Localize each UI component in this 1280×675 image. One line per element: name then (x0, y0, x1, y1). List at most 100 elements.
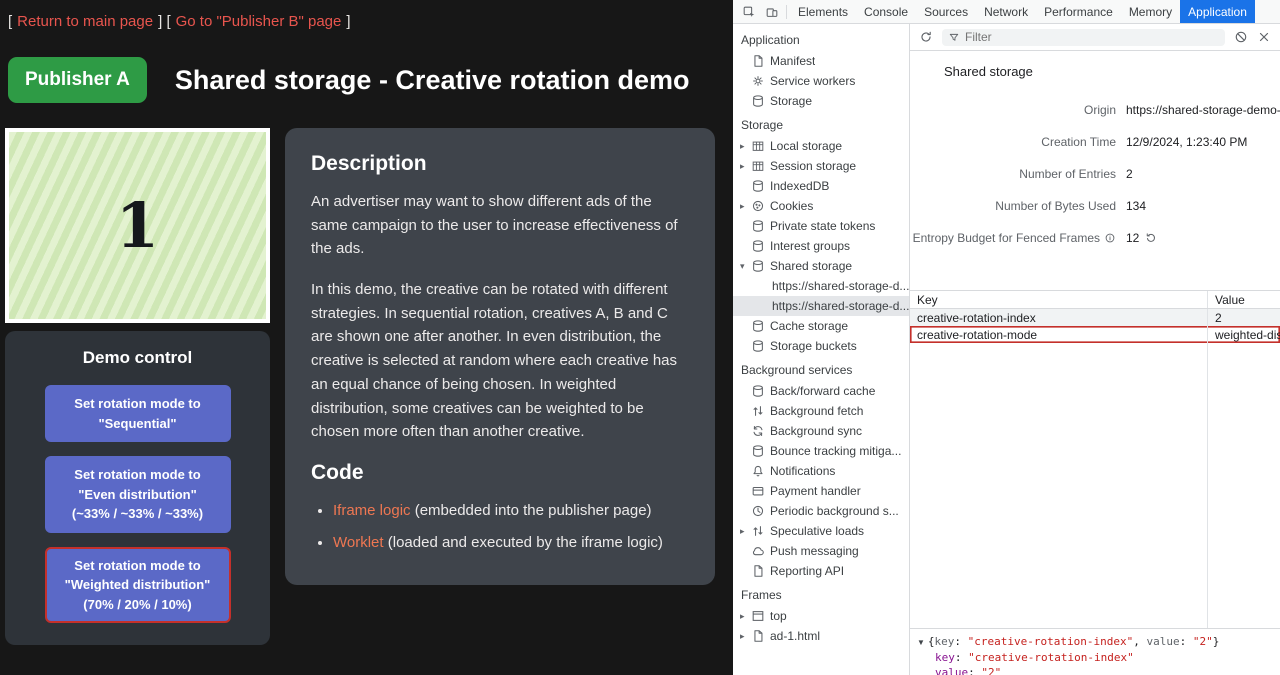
tab-memory[interactable]: Memory (1121, 0, 1180, 23)
refresh-icon[interactable] (919, 30, 933, 44)
sidebar-section-background-services: Background services (733, 356, 909, 381)
close-icon[interactable] (1257, 30, 1271, 44)
filter-box[interactable] (942, 29, 1225, 46)
sidebar-item-push-messaging[interactable]: Push messaging (733, 541, 909, 561)
publisher-b-link[interactable]: Go to "Publisher B" page (176, 13, 342, 30)
column-header-value[interactable]: Value (1208, 291, 1280, 308)
table-row[interactable]: creative-rotation-mode weighted-distribu… (910, 326, 1280, 343)
sidebar-section-application: Application (733, 26, 909, 51)
chevron-right-icon[interactable] (740, 611, 751, 622)
preview-token: , (1133, 635, 1146, 648)
table-icon (751, 139, 765, 153)
bracket: [ (8, 13, 12, 30)
sidebar-item-cache-storage[interactable]: Cache storage (733, 316, 909, 336)
set-sequential-button[interactable]: Set rotation mode to "Sequential" (45, 385, 231, 442)
sidebar-item-service-workers[interactable]: Service workers (733, 71, 909, 91)
delete-all-icon[interactable] (1234, 30, 1248, 44)
meta-label: Number of Bytes Used (910, 199, 1116, 213)
property-value: "creative-rotation-index" (968, 651, 1134, 664)
device-toolbar-icon[interactable] (760, 0, 783, 23)
meta-row-number-of-entries: Number of Entries 2 (910, 158, 1280, 190)
grid-header: Key Value (910, 291, 1280, 309)
clock-icon (751, 504, 765, 518)
chevron-right-icon[interactable] (740, 201, 751, 212)
sidebar-item-local-storage[interactable]: Local storage (733, 136, 909, 156)
sidebar-item-shared-storage[interactable]: Shared storage (733, 256, 909, 276)
database-icon (751, 339, 765, 353)
grid-empty-area (910, 343, 1280, 628)
sidebar-item-notifications[interactable]: Notifications (733, 461, 909, 481)
chevron-right-icon[interactable] (740, 161, 751, 172)
preview-token: key (935, 635, 955, 648)
code-heading: Code (311, 461, 689, 485)
sidebar-item-interest-groups[interactable]: Interest groups (733, 236, 909, 256)
top-nav: [Return to main page] [Go to "Publisher … (0, 0, 733, 30)
bell-icon (751, 464, 765, 478)
list-item-text: (loaded and executed by the iframe logic… (384, 534, 663, 551)
sidebar-item-speculative-loads[interactable]: Speculative loads (733, 521, 909, 541)
sidebar-item-storage[interactable]: Storage (733, 91, 909, 111)
sync-arrows-icon (751, 424, 765, 438)
sidebar-item-session-storage[interactable]: Session storage (733, 156, 909, 176)
property-name: key (935, 651, 955, 664)
tab-application[interactable]: Application (1180, 0, 1255, 23)
sidebar-item-background-fetch[interactable]: Background fetch (733, 401, 909, 421)
meta-label: Entropy Budget for Fenced Frames (913, 231, 1100, 245)
demo-control-title: Demo control (5, 348, 270, 368)
up-down-arrows-icon (751, 404, 765, 418)
tab-performance[interactable]: Performance (1036, 0, 1121, 23)
expand-twirl-icon[interactable]: ▼ (917, 638, 925, 647)
divider (786, 5, 787, 19)
sidebar-item-periodic-background-sync[interactable]: Periodic background s... (733, 501, 909, 521)
table-row[interactable]: creative-rotation-index 2 (910, 309, 1280, 326)
chevron-down-icon[interactable] (740, 261, 751, 272)
meta-label: Number of Entries (910, 167, 1116, 181)
set-weighted-distribution-button[interactable]: Set rotation mode to "Weighted distribut… (45, 547, 231, 624)
filter-input[interactable] (965, 30, 1219, 44)
sidebar-item-back-forward-cache[interactable]: Back/forward cache (733, 381, 909, 401)
sidebar-item-manifest[interactable]: Manifest (733, 51, 909, 71)
sidebar-item-private-state-tokens[interactable]: Private state tokens (733, 216, 909, 236)
sidebar-item-payment-handler[interactable]: Payment handler (733, 481, 909, 501)
return-to-main-link[interactable]: Return to main page (17, 13, 153, 30)
sidebar-item-cookies[interactable]: Cookies (733, 196, 909, 216)
meta-value: https://shared-storage-demo-co (1126, 103, 1280, 117)
column-header-key[interactable]: Key (910, 291, 1208, 308)
sidebar-item-background-sync[interactable]: Background sync (733, 421, 909, 441)
tab-network[interactable]: Network (976, 0, 1036, 23)
sidebar-item-indexeddb[interactable]: IndexedDB (733, 176, 909, 196)
database-icon (751, 94, 765, 108)
inspect-element-icon[interactable] (737, 0, 760, 23)
frame-icon (751, 609, 765, 623)
database-icon (751, 259, 765, 273)
sidebar-item-shared-storage-origin-1[interactable]: https://shared-storage-d... (733, 276, 909, 296)
chevron-right-icon[interactable] (740, 141, 751, 152)
reset-budget-icon[interactable] (1145, 232, 1157, 244)
sidebar-item-reporting-api[interactable]: Reporting API (733, 561, 909, 581)
document-icon (751, 564, 765, 578)
creative-iframe[interactable]: 1 (5, 128, 270, 323)
description-panel: Description An advertiser may want to sh… (285, 128, 715, 585)
service-worker-gear-icon (751, 74, 765, 88)
chevron-right-icon[interactable] (740, 631, 751, 642)
meta-value: 12/9/2024, 1:23:40 PM (1126, 135, 1280, 149)
tab-sources[interactable]: Sources (916, 0, 976, 23)
tab-console[interactable]: Console (856, 0, 916, 23)
worklet-link[interactable]: Worklet (333, 534, 384, 551)
set-even-distribution-button[interactable]: Set rotation mode to "Even distribution"… (45, 456, 231, 533)
tab-elements[interactable]: Elements (790, 0, 856, 23)
sidebar-item-frame-ad-1[interactable]: ad-1.html (733, 626, 909, 646)
bracket: ] (158, 13, 162, 30)
page-title: Shared storage - Creative rotation demo (175, 65, 690, 96)
iframe-logic-link[interactable]: Iframe logic (333, 502, 411, 519)
sidebar-item-bounce-tracking-mitigations[interactable]: Bounce tracking mitiga... (733, 441, 909, 461)
sidebar-item-shared-storage-origin-2[interactable]: https://shared-storage-d... (733, 296, 909, 316)
sidebar-item-frame-top[interactable]: top (733, 606, 909, 626)
info-icon[interactable] (1104, 232, 1116, 244)
description-paragraph-2: In this demo, the creative can be rotate… (311, 278, 689, 444)
preview-summary-line: ▼{key: "creative-rotation-index", value:… (917, 634, 1273, 650)
chevron-right-icon[interactable] (740, 526, 751, 537)
sidebar-item-storage-buckets[interactable]: Storage buckets (733, 336, 909, 356)
publisher-page: [Return to main page] [Go to "Publisher … (0, 0, 733, 675)
preview-token: : (954, 635, 967, 648)
